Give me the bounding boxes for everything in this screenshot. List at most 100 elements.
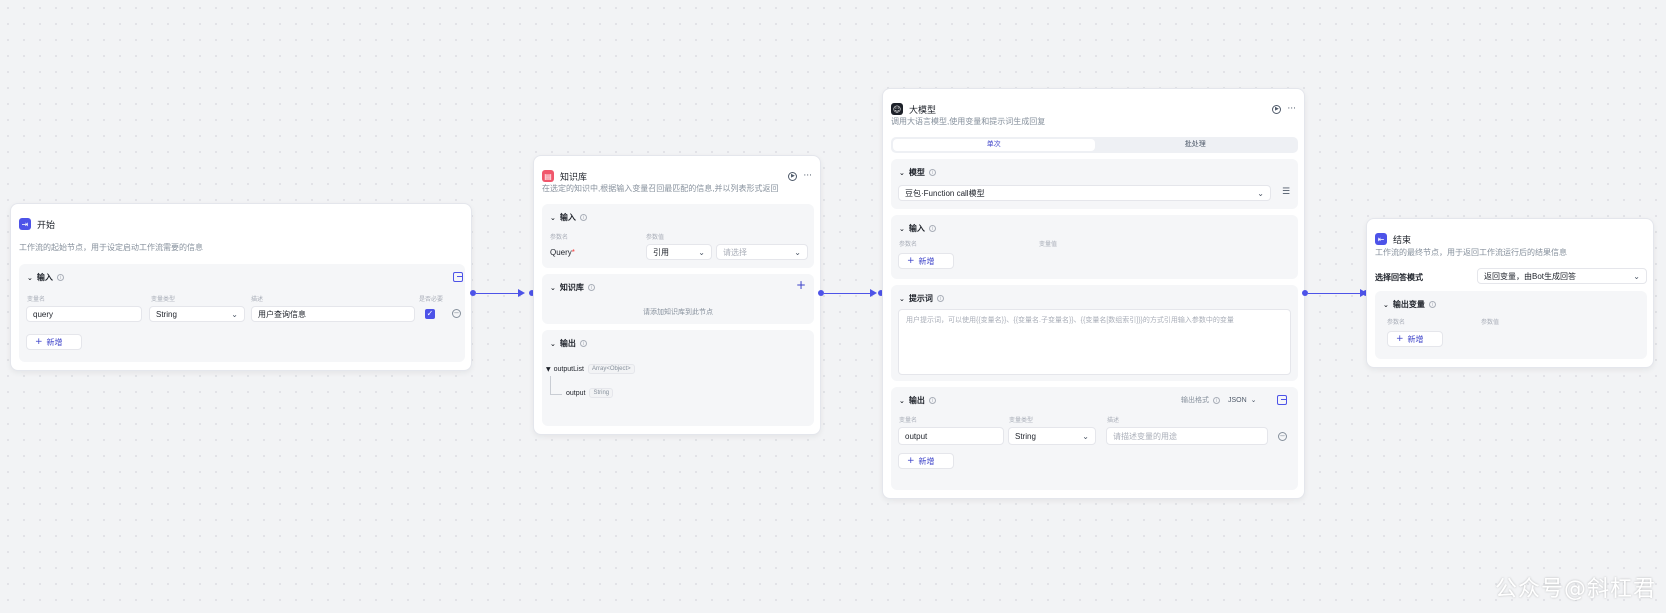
info-icon: i <box>579 340 587 347</box>
info-icon: i <box>587 284 595 291</box>
chevron-down-icon[interactable]: ⌄ <box>550 340 556 348</box>
llm-prompt-title[interactable]: ⌄ 提示词 i <box>899 293 944 304</box>
start-node-header: ⇥ 开始 <box>11 214 471 234</box>
var-desc-input[interactable]: 用户查询信息 <box>251 306 415 322</box>
output-list-row[interactable]: ▼ outputList Array<Object> <box>546 364 635 374</box>
more-icon[interactable]: ··· <box>803 171 812 181</box>
plus-icon: + <box>907 456 915 466</box>
chevron-down-icon[interactable]: ⌄ <box>1383 301 1389 309</box>
tab-batch[interactable]: 批处理 <box>1095 139 1297 151</box>
settings-icon[interactable]: ☰ <box>1282 187 1290 197</box>
llm-input-title[interactable]: ⌄ 输入 i <box>899 223 936 234</box>
start-input-title[interactable]: ⌄ 输入 i <box>27 272 64 283</box>
output-type-value: String <box>1015 431 1036 441</box>
llm-node[interactable]: ☺ 大模型 ▶ ··· 调用大语言模型,使用变量和提示词生成回复 单次 批处理 … <box>882 88 1305 499</box>
info-icon: i <box>579 214 587 221</box>
run-icon[interactable]: ▶ <box>1272 104 1282 114</box>
chevron-down-icon: ⌄ <box>1633 271 1640 281</box>
llm-desc: 调用大语言模型,使用变量和提示词生成回复 <box>891 117 1046 126</box>
llm-output-label: 输出 <box>908 396 925 405</box>
knowledge-output-title[interactable]: ⌄ 输出 i <box>550 338 587 349</box>
chevron-down-icon[interactable]: ⌄ <box>899 169 905 177</box>
start-input-label: 输入 <box>36 273 53 282</box>
remove-row-icon[interactable]: − <box>452 309 461 318</box>
remove-row-icon[interactable]: − <box>1278 432 1287 441</box>
start-node[interactable]: ⇥ 开始 工作流的起始节点，用于设定启动工作流需要的信息 ⌄ 输入 i 变量名 … <box>10 203 472 371</box>
output-type-select[interactable]: String ⌄ <box>1008 427 1096 445</box>
chevron-down-icon[interactable]: ⌄ <box>27 274 33 282</box>
llm-model-title[interactable]: ⌄ 模型 i <box>899 167 936 178</box>
end-output-title[interactable]: ⌄ 输出变量 i <box>1383 299 1436 310</box>
col-var-type: 变量类型 <box>1009 418 1034 424</box>
watermark-text: 公众号@斜杠君 <box>1494 577 1656 602</box>
chevron-down-icon[interactable]: ⌄ <box>899 397 905 405</box>
ref-value-select[interactable]: 请选择 ⌄ <box>716 244 808 260</box>
end-output-label: 输出变量 <box>1392 300 1425 309</box>
query-label: Query <box>550 248 572 257</box>
edge-knowledge-llm <box>824 293 872 294</box>
start-input-section: ⌄ 输入 i 变量名 变量类型 描述 是否必要 query String ⌄ 用… <box>19 264 465 362</box>
llm-output-title[interactable]: ⌄ 输出 i <box>899 395 936 406</box>
llm-input-section: ⌄ 输入 i 参数名 变量值 + 新增 <box>891 215 1298 279</box>
knowledge-node[interactable]: ▤ 知识库 ▶ ··· 在选定的知识中,根据输入变量召回最匹配的信息,并以列表形… <box>533 155 821 435</box>
output-format[interactable]: 输出格式 i JSON ⌄ <box>1181 395 1257 405</box>
model-select[interactable]: 豆包·Function call模型 ⌄ <box>898 185 1271 201</box>
output-list-type: Array<Object> <box>587 364 635 374</box>
chevron-down-icon: ⌄ <box>794 247 801 257</box>
caret-down-icon[interactable]: ▼ <box>546 366 551 373</box>
var-name-input[interactable]: query <box>26 306 142 322</box>
end-desc: 工作流的最终节点，用于返回工作流运行后的结果信息 <box>1375 248 1567 257</box>
knowledge-kb-section: ⌄ 知识库 i + 请添加知识库到此节点 <box>542 274 814 324</box>
var-name-value: query <box>33 309 54 319</box>
knowledge-output-section: ⌄ 输出 i ▼ outputList Array<Object> output… <box>542 330 814 426</box>
start-add-label: 新增 <box>46 337 63 347</box>
col-desc: 描述 <box>251 297 264 303</box>
knowledge-output-label: 输出 <box>559 339 576 348</box>
info-icon: i <box>936 295 944 302</box>
llm-input-add-button[interactable]: + 新增 <box>898 253 954 269</box>
end-node[interactable]: ⇤ 结束 工作流的最终节点，用于返回工作流运行后的结果信息 选择回答模式 返回变… <box>1366 218 1654 368</box>
more-icon[interactable]: ··· <box>1287 104 1296 114</box>
export-icon[interactable] <box>1277 395 1287 405</box>
tab-single[interactable]: 单次 <box>893 139 1095 151</box>
plus-icon: + <box>35 337 43 347</box>
start-add-button[interactable]: + 新增 <box>26 334 82 350</box>
knowledge-title: 知识库 <box>560 171 588 182</box>
end-title: 结束 <box>1393 234 1412 245</box>
col-var-name: 变量名 <box>899 418 918 424</box>
knowledge-kb-title[interactable]: ⌄ 知识库 i <box>550 282 595 293</box>
chevron-down-icon[interactable]: ⌄ <box>550 214 556 222</box>
output-name-value: output <box>905 431 928 441</box>
col-var-value: 变量值 <box>1039 242 1058 248</box>
chevron-down-icon[interactable]: ⌄ <box>899 295 905 303</box>
info-icon: i <box>928 397 936 404</box>
knowledge-input-title[interactable]: ⌄ 输入 i <box>550 212 587 223</box>
start-title: 开始 <box>37 219 56 230</box>
run-icon[interactable]: ▶ <box>788 171 798 181</box>
chevron-down-icon[interactable]: ⌄ <box>899 225 905 233</box>
output-list-name: outputList <box>553 365 584 373</box>
output-desc-input[interactable]: 请描述变量的用途 <box>1106 427 1268 445</box>
knowledge-icon: ▤ <box>542 170 554 182</box>
llm-output-add-button[interactable]: + 新增 <box>898 453 954 469</box>
knowledge-input-section: ⌄ 输入 i 参数名 参数值 Query* 引用 ⌄ 请选择 ⌄ <box>542 204 814 268</box>
export-icon[interactable] <box>453 272 463 282</box>
ref-type-value: 引用 <box>653 247 669 257</box>
end-icon: ⇤ <box>1375 233 1387 245</box>
col-param-name: 参数名 <box>899 242 918 248</box>
col-param-value: 参数值 <box>1481 320 1500 326</box>
tree-line <box>550 376 551 394</box>
chevron-down-icon[interactable]: ⌄ <box>550 284 556 292</box>
end-add-button[interactable]: + 新增 <box>1387 331 1443 347</box>
add-knowledge-icon[interactable]: + <box>796 278 806 292</box>
answer-mode-select[interactable]: 返回变量，由Bot生成回答 ⌄ <box>1477 268 1647 284</box>
var-type-select[interactable]: String ⌄ <box>149 306 245 322</box>
answer-mode-value: 返回变量，由Bot生成回答 <box>1484 271 1577 281</box>
required-checkbox[interactable]: ✓ <box>425 309 435 319</box>
llm-title: 大模型 <box>909 104 937 115</box>
info-icon: i <box>1213 396 1220 404</box>
chevron-down-icon: ⌄ <box>1082 431 1089 441</box>
ref-type-select[interactable]: 引用 ⌄ <box>646 244 712 260</box>
output-name-input[interactable]: output <box>898 427 1004 445</box>
prompt-textarea[interactable]: 用户提示词，可以使用{{变量名}}、{{变量名.子变量名}}、{{变量名[数组索… <box>898 309 1291 375</box>
